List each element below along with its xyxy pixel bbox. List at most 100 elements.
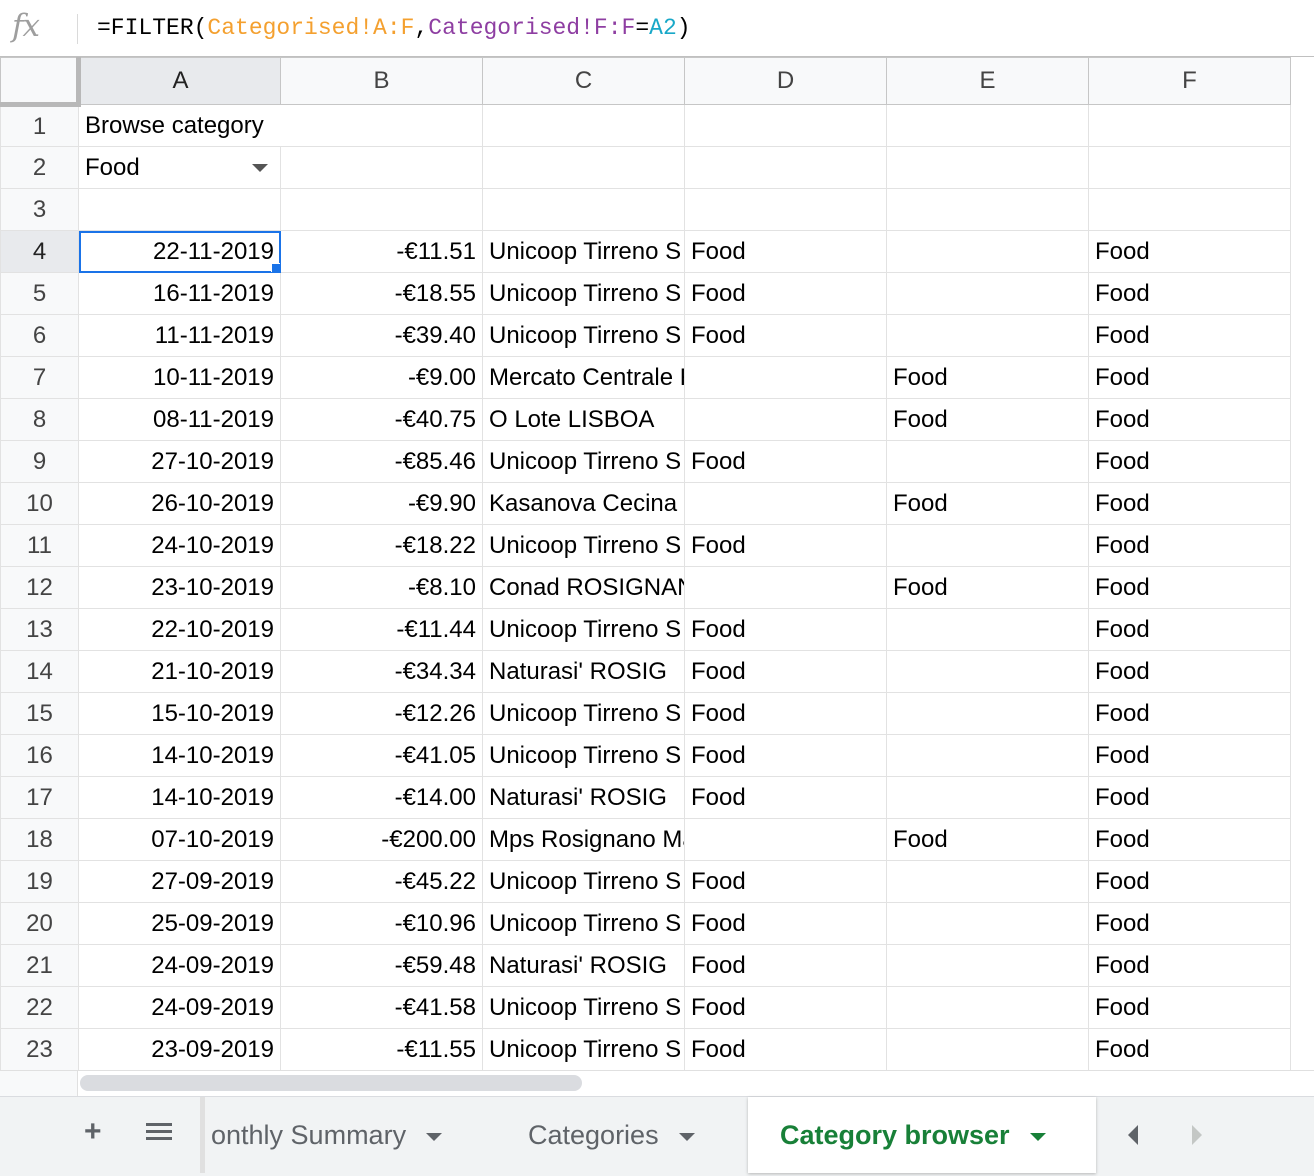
- row-header[interactable]: 2: [0, 146, 79, 189]
- description-cell[interactable]: O Lote LISBOA: [482, 398, 685, 441]
- date-cell[interactable]: 23-10-2019: [78, 566, 281, 609]
- cell[interactable]: [684, 104, 887, 147]
- date-cell[interactable]: 22-10-2019: [78, 608, 281, 651]
- row-header[interactable]: 7: [0, 356, 79, 399]
- row-header[interactable]: 13: [0, 608, 79, 651]
- category-cell[interactable]: Food: [1088, 776, 1291, 819]
- category-cell[interactable]: Food: [1088, 482, 1291, 525]
- category-cell[interactable]: Food: [1088, 818, 1291, 861]
- row-header[interactable]: 10: [0, 482, 79, 525]
- category-e-cell[interactable]: [886, 524, 1089, 567]
- date-cell[interactable]: 14-10-2019: [78, 776, 281, 819]
- amount-cell[interactable]: -€45.22: [280, 860, 483, 903]
- column-header-d[interactable]: D: [684, 57, 887, 105]
- caret-down-icon[interactable]: [1029, 1133, 1046, 1141]
- category-e-cell[interactable]: Food: [886, 566, 1089, 609]
- cell[interactable]: [482, 104, 685, 147]
- formula-input[interactable]: =FILTER(Categorised!A:F,Categorised!F:F=…: [97, 15, 691, 41]
- amount-cell[interactable]: -€8.10: [280, 566, 483, 609]
- row-header[interactable]: 18: [0, 818, 79, 861]
- category-cell[interactable]: Food: [1088, 440, 1291, 483]
- date-cell[interactable]: 24-10-2019: [78, 524, 281, 567]
- category-cell[interactable]: Food: [1088, 566, 1291, 609]
- row-header[interactable]: 21: [0, 944, 79, 987]
- category-d-cell[interactable]: Food: [684, 692, 887, 735]
- amount-cell[interactable]: -€9.00: [280, 356, 483, 399]
- category-dropdown[interactable]: Food: [78, 146, 281, 189]
- amount-cell[interactable]: -€59.48: [280, 944, 483, 987]
- category-e-cell[interactable]: [886, 902, 1089, 945]
- description-cell[interactable]: Unicoop Tirreno S: [482, 734, 685, 777]
- category-e-cell[interactable]: [886, 608, 1089, 651]
- cell[interactable]: [78, 188, 281, 231]
- amount-cell[interactable]: -€41.05: [280, 734, 483, 777]
- category-d-cell[interactable]: Food: [684, 314, 887, 357]
- date-cell[interactable]: 25-09-2019: [78, 902, 281, 945]
- category-e-cell[interactable]: [886, 230, 1089, 273]
- category-cell[interactable]: Food: [1088, 230, 1291, 273]
- column-header-b[interactable]: B: [280, 57, 483, 105]
- row-header[interactable]: 11: [0, 524, 79, 567]
- description-cell[interactable]: Unicoop Tirreno S: [482, 608, 685, 651]
- cell[interactable]: [886, 188, 1089, 231]
- amount-cell[interactable]: -€39.40: [280, 314, 483, 357]
- category-d-cell[interactable]: Food: [684, 650, 887, 693]
- category-cell[interactable]: Food: [1088, 314, 1291, 357]
- horizontal-scrollbar-thumb[interactable]: [80, 1075, 582, 1091]
- description-cell[interactable]: Naturasi' ROSIG: [482, 650, 685, 693]
- description-cell[interactable]: Kasanova Cecina CECINA: [482, 482, 685, 525]
- row-header[interactable]: 17: [0, 776, 79, 819]
- amount-cell[interactable]: -€18.55: [280, 272, 483, 315]
- date-cell[interactable]: 24-09-2019: [78, 986, 281, 1029]
- description-cell[interactable]: Unicoop Tirreno S: [482, 272, 685, 315]
- caret-down-icon[interactable]: [678, 1133, 695, 1141]
- amount-cell[interactable]: -€12.26: [280, 692, 483, 735]
- category-d-cell[interactable]: Food: [684, 440, 887, 483]
- amount-cell[interactable]: -€14.00: [280, 776, 483, 819]
- description-cell[interactable]: Unicoop Tirreno S: [482, 986, 685, 1029]
- amount-cell[interactable]: -€9.90: [280, 482, 483, 525]
- date-cell[interactable]: 10-11-2019: [78, 356, 281, 399]
- row-header[interactable]: 22: [0, 986, 79, 1029]
- date-cell[interactable]: 11-11-2019: [78, 314, 281, 357]
- category-cell[interactable]: Food: [1088, 650, 1291, 693]
- category-e-cell[interactable]: [886, 314, 1089, 357]
- category-e-cell[interactable]: [886, 734, 1089, 777]
- description-cell[interactable]: Naturasi' ROSIG: [482, 776, 685, 819]
- category-d-cell[interactable]: Food: [684, 902, 887, 945]
- category-d-cell[interactable]: Food: [684, 734, 887, 777]
- caret-down-icon[interactable]: [426, 1133, 443, 1141]
- row-header[interactable]: 14: [0, 650, 79, 693]
- category-e-cell[interactable]: Food: [886, 356, 1089, 399]
- row-header[interactable]: 5: [0, 272, 79, 315]
- date-cell[interactable]: 24-09-2019: [78, 944, 281, 987]
- date-cell[interactable]: 22-11-2019: [78, 230, 281, 273]
- amount-cell[interactable]: -€41.58: [280, 986, 483, 1029]
- amount-cell[interactable]: -€18.22: [280, 524, 483, 567]
- date-cell[interactable]: 23-09-2019: [78, 1028, 281, 1070]
- description-cell[interactable]: Unicoop Tirreno S: [482, 440, 685, 483]
- select-all-corner[interactable]: [0, 57, 81, 107]
- description-cell[interactable]: Unicoop Tirreno S: [482, 314, 685, 357]
- cell[interactable]: [482, 146, 685, 189]
- cell[interactable]: [1088, 104, 1291, 147]
- description-cell[interactable]: Unicoop Tirreno S: [482, 230, 685, 273]
- category-e-cell[interactable]: [886, 776, 1089, 819]
- category-d-cell[interactable]: Food: [684, 986, 887, 1029]
- amount-cell[interactable]: -€11.44: [280, 608, 483, 651]
- category-e-cell[interactable]: [886, 1028, 1089, 1070]
- date-cell[interactable]: 27-09-2019: [78, 860, 281, 903]
- category-e-cell[interactable]: [886, 272, 1089, 315]
- category-d-cell[interactable]: Food: [684, 272, 887, 315]
- browse-category-label[interactable]: Browse category: [78, 104, 483, 147]
- category-cell[interactable]: Food: [1088, 398, 1291, 441]
- category-cell[interactable]: Food: [1088, 986, 1291, 1029]
- date-cell[interactable]: 27-10-2019: [78, 440, 281, 483]
- category-d-cell[interactable]: [684, 356, 887, 399]
- column-header-a[interactable]: A: [78, 57, 281, 105]
- row-header[interactable]: 9: [0, 440, 79, 483]
- category-e-cell[interactable]: [886, 860, 1089, 903]
- row-header[interactable]: 1: [0, 104, 79, 147]
- category-d-cell[interactable]: Food: [684, 860, 887, 903]
- category-cell[interactable]: Food: [1088, 356, 1291, 399]
